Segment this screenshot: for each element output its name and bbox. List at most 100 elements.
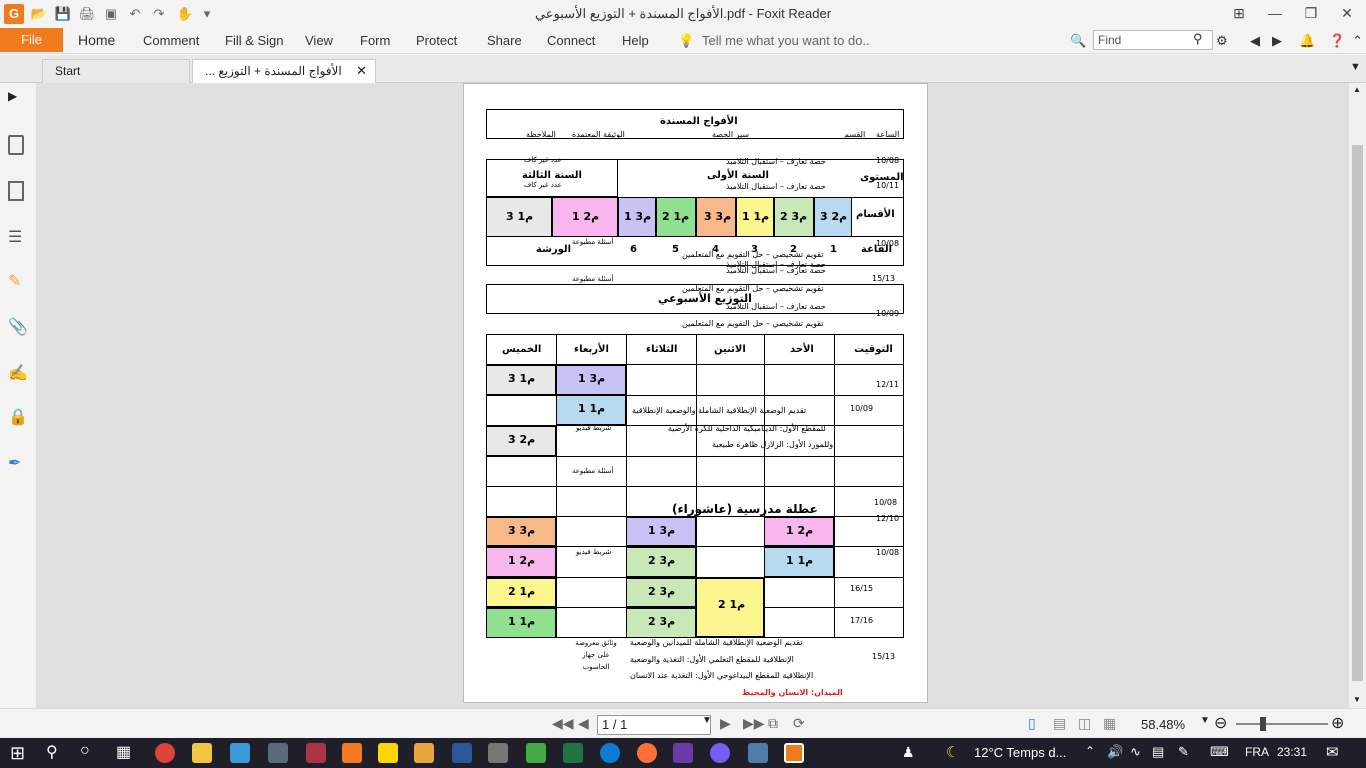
prev-result-icon[interactable]: ◀ [1250,33,1260,49]
fit-page-icon[interactable]: ⧉ [768,715,778,732]
app-icon[interactable] [673,743,693,763]
volume-icon[interactable]: 🔊 [1107,744,1123,760]
calculator-icon[interactable] [488,743,508,763]
bell-icon[interactable]: 🔔 [1299,33,1315,49]
next-result-icon[interactable]: ▶ [1272,33,1282,49]
excel-icon[interactable] [563,743,583,763]
room-number: 5 [672,244,679,255]
continuous-page-icon[interactable]: ▤ [1053,715,1066,732]
tab-dropdown-icon[interactable]: ▼ [1350,61,1361,73]
app-icon[interactable] [230,743,250,763]
chrome-icon[interactable] [155,743,175,763]
continuous-facing-icon[interactable]: ▦ [1103,715,1116,732]
vlc-icon[interactable] [342,743,362,763]
grid-line [486,395,904,396]
help-circle-icon[interactable]: ❓ [1329,33,1345,49]
pages-icon[interactable] [8,181,24,201]
keyboard-icon[interactable]: ⌨ [1210,744,1229,760]
note-text: عدد غير كاف [524,156,562,164]
menu-home[interactable]: Home [78,32,115,48]
viber-icon[interactable] [710,743,730,763]
time-label: 10/09 [876,309,900,318]
expand-panel-icon[interactable]: ▶ [8,89,28,109]
time-label: 10/09 [850,404,874,413]
menu-share[interactable]: Share [487,33,522,48]
file-menu-button[interactable]: File [0,28,63,52]
bookmark-icon[interactable] [8,135,24,155]
facing-page-icon[interactable]: ◫ [1078,715,1091,732]
search-icon[interactable]: ⚲ [46,742,58,762]
file-explorer-icon[interactable] [192,743,212,763]
task-view-icon[interactable]: ▦ [116,742,131,762]
zoom-slider-handle[interactable] [1260,717,1266,731]
app-icon[interactable] [268,743,288,763]
collapse-ribbon-icon[interactable]: ⌃ [1352,33,1363,49]
language-indicator[interactable]: FRA [1245,745,1269,759]
notification-icon[interactable]: ✉ [1326,743,1339,761]
last-page-icon[interactable]: ▶▶ [743,715,765,732]
restore-layout-icon[interactable]: ⊞ [1222,2,1256,24]
pen-icon[interactable]: ✎ [1178,744,1189,760]
zoom-out-icon[interactable]: ⊖ [1214,713,1227,733]
zoom-dropdown-icon[interactable]: ▼ [1200,715,1210,726]
gear-icon[interactable]: ⚙ [1216,33,1228,49]
single-page-icon[interactable]: ▯ [1028,715,1036,732]
pen-tool-icon[interactable]: ✒ [8,453,28,473]
rotate-icon[interactable]: ⟳ [793,715,805,732]
find-folder-icon[interactable]: 🔍 [1070,33,1086,49]
menu-form[interactable]: Form [360,33,390,48]
first-page-icon[interactable]: ◀◀ [552,715,574,732]
wifi-icon[interactable]: ▤ [1152,744,1164,760]
class-tag: 1 م1 [508,615,536,628]
app-icon[interactable] [748,743,768,763]
windows-taskbar: ⊞ ⚲ ○ ▦ ♟ ☾ 12°C Temps d... ⌃ 🔊 ∿ ▤ ✎ ⌨ … [0,738,1366,768]
scrollbar-thumb[interactable] [1352,145,1363,681]
menu-comment[interactable]: Comment [143,33,199,48]
edge-icon[interactable] [600,743,620,763]
word-icon[interactable] [452,743,472,763]
clock[interactable]: 23:31 [1277,745,1307,759]
menu-protect[interactable]: Protect [416,33,457,48]
next-page-icon[interactable]: ▶ [720,715,731,732]
layers-icon[interactable]: ☰ [8,227,28,247]
menu-view[interactable]: View [305,33,333,48]
lock-icon[interactable]: 🔒 [8,407,28,427]
tab-start[interactable]: Start [42,59,190,83]
minimize-button[interactable]: — [1258,2,1292,24]
network-icon[interactable]: ∿ [1130,744,1141,760]
tab-document[interactable]: ... الأفواج المسندة + التوزيع ✕ [192,59,376,83]
people-icon[interactable]: ♟ [902,744,915,761]
menu-connect[interactable]: Connect [547,33,595,48]
menu-help[interactable]: Help [622,33,649,48]
scroll-up-icon[interactable]: ▲ [1353,85,1361,94]
zoom-slider[interactable] [1236,723,1328,725]
chevron-up-icon[interactable]: ⌃ [1085,744,1095,758]
sticky-notes-icon[interactable] [378,743,398,763]
media-player-icon[interactable] [414,743,434,763]
zoom-in-icon[interactable]: ⊕ [1331,713,1344,733]
attachment-icon[interactable]: 📎 [8,317,28,337]
tab-document-label: ... الأفواج المسندة + التوزيع [205,64,342,78]
foxit-reader-icon[interactable] [784,743,804,763]
weather-text[interactable]: 12°C Temps d... [974,745,1066,760]
windows-start-icon[interactable]: ⊞ [10,743,25,764]
scroll-down-icon[interactable]: ▼ [1353,695,1361,704]
search-icon[interactable]: ⚲ [1193,31,1203,47]
cortana-icon[interactable]: ○ [80,742,90,760]
comments-icon[interactable]: ✎ [8,271,28,291]
close-window-button[interactable]: ✕ [1330,2,1364,24]
firefox-icon[interactable] [637,743,657,763]
page-dropdown-icon[interactable]: ▼ [702,715,712,726]
signature-icon[interactable]: ✍ [8,363,28,383]
zoom-level[interactable]: 58.48% [1141,717,1185,732]
tell-me-search[interactable]: Tell me what you want to do.. [702,33,870,48]
app-icon[interactable] [526,743,546,763]
close-tab-icon[interactable]: ✕ [356,60,367,82]
maximize-button[interactable]: ❐ [1294,2,1328,24]
menu-fill-sign[interactable]: Fill & Sign [225,33,284,48]
vertical-scrollbar[interactable]: ▲ ▼ [1349,83,1366,708]
app-icon[interactable] [306,743,326,763]
page-number-input[interactable]: 1 / 1 [597,715,711,735]
prev-page-icon[interactable]: ◀ [578,715,589,732]
document-view[interactable]: الأفواج المسندة الساعة القسم سير الحصة ا… [37,83,1349,708]
